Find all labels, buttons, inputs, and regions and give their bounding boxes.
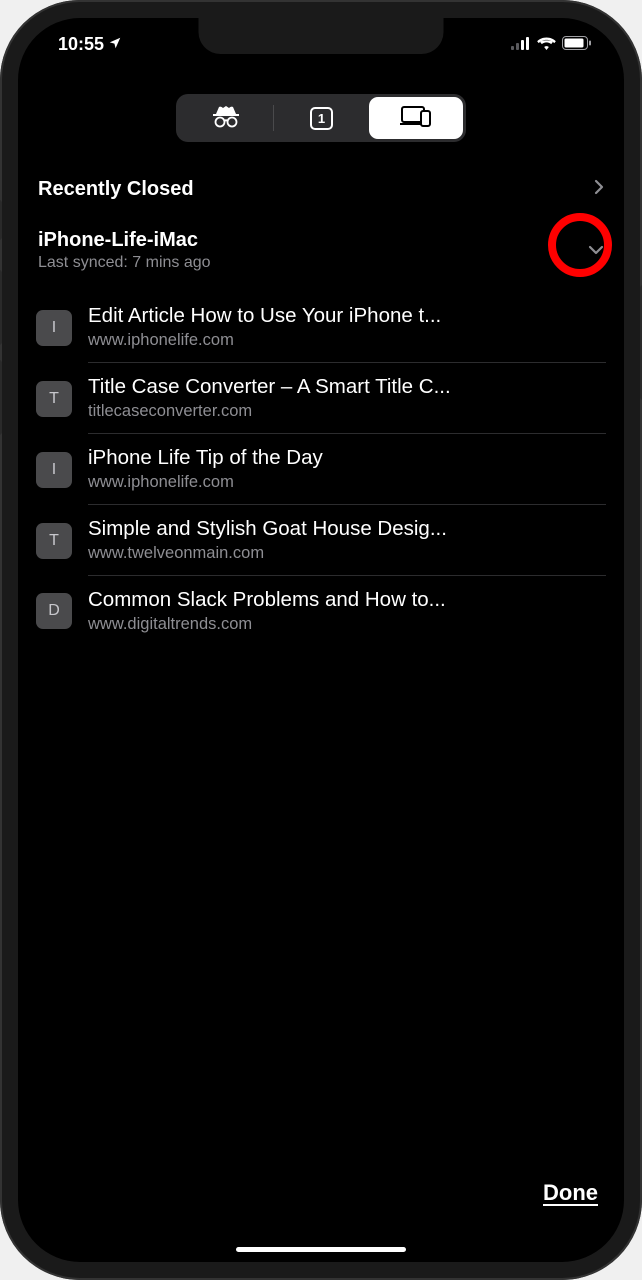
phone-frame: 10:55 (0, 0, 642, 1280)
tab-title: Title Case Converter – A Smart Title C..… (88, 375, 606, 399)
notch (199, 18, 444, 54)
incognito-tab[interactable] (179, 97, 273, 139)
recently-closed-title: Recently Closed (38, 178, 194, 201)
tab-title: Common Slack Problems and How to... (88, 588, 606, 612)
battery-icon (562, 34, 592, 55)
tab-url: titlecaseconverter.com (88, 402, 606, 421)
recently-closed-row[interactable]: Recently Closed (36, 172, 606, 207)
list-item[interactable]: T Simple and Stylish Goat House Desig...… (36, 505, 606, 576)
device-section-header[interactable]: iPhone-Life-iMac Last synced: 7 mins ago (36, 229, 606, 282)
done-button[interactable]: Done (543, 1180, 598, 1206)
favicon: T (36, 381, 72, 417)
tab-title: iPhone Life Tip of the Day (88, 446, 606, 470)
favicon: I (36, 310, 72, 346)
tab-count-value: 1 (318, 111, 325, 126)
tab-url: www.digitaltrends.com (88, 615, 606, 634)
list-item[interactable]: D Common Slack Problems and How to... ww… (36, 576, 606, 646)
list-item[interactable]: T Title Case Converter – A Smart Title C… (36, 363, 606, 434)
list-item[interactable]: I iPhone Life Tip of the Day www.iphonel… (36, 434, 606, 505)
favicon: I (36, 452, 72, 488)
tab-url: www.twelveonmain.com (88, 544, 606, 563)
location-icon (108, 34, 122, 55)
chevron-down-icon (588, 242, 604, 260)
tab-url: www.iphonelife.com (88, 331, 606, 350)
tab-title: Simple and Stylish Goat House Desig... (88, 517, 606, 541)
tab-url: www.iphonelife.com (88, 473, 606, 492)
volume-down-button (0, 360, 2, 435)
home-indicator[interactable] (236, 1247, 406, 1252)
device-name: iPhone-Life-iMac (38, 229, 211, 252)
chevron-right-icon (594, 179, 604, 200)
synced-devices-tab[interactable] (369, 97, 463, 139)
list-item[interactable]: I Edit Article How to Use Your iPhone t.… (36, 292, 606, 363)
mute-switch (0, 200, 2, 240)
favicon: D (36, 593, 72, 629)
status-time: 10:55 (58, 34, 104, 55)
wifi-icon (537, 34, 556, 55)
tab-title: Edit Article How to Use Your iPhone t... (88, 304, 606, 328)
cellular-icon (511, 34, 531, 55)
device-sync-status: Last synced: 7 mins ago (38, 254, 211, 272)
open-tabs-tab[interactable]: 1 (274, 97, 368, 139)
tab-count-icon: 1 (310, 107, 333, 130)
synced-tab-list: I Edit Article How to Use Your iPhone t.… (36, 292, 606, 646)
tab-mode-segmented-control: 1 (176, 94, 466, 142)
volume-up-button (0, 270, 2, 345)
screen: 10:55 (18, 18, 624, 1262)
devices-icon (400, 105, 432, 132)
incognito-icon (212, 104, 240, 133)
favicon: T (36, 523, 72, 559)
